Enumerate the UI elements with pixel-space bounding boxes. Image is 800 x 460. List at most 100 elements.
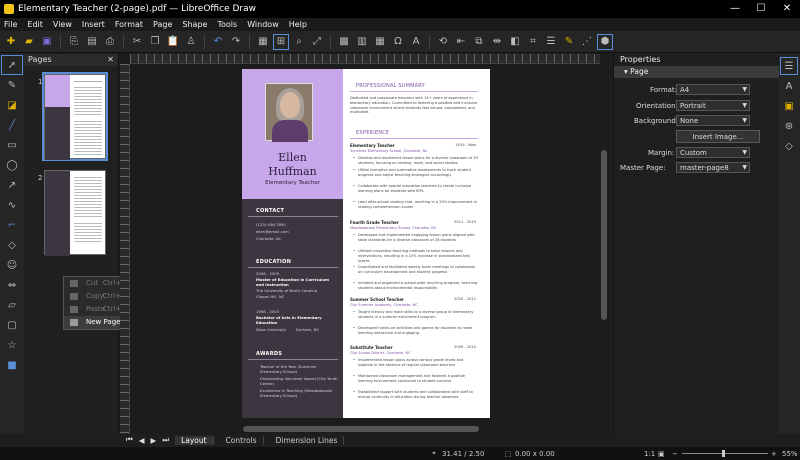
paste-icon[interactable]: 📋 (166, 35, 180, 49)
undo-icon[interactable]: ↶ (211, 35, 225, 49)
page-section-header[interactable]: ▾ Page (614, 66, 779, 78)
copy-icon[interactable]: ❐ (148, 35, 162, 49)
menu-insert[interactable]: Insert (82, 20, 105, 29)
crop-icon[interactable]: ⌗ (526, 35, 540, 49)
edu-2-years: 1998 - 2003 (256, 309, 280, 314)
points-icon[interactable]: ✎ (562, 35, 576, 49)
3d-objects-icon[interactable]: ■ (2, 356, 22, 374)
redo-icon[interactable]: ↷ (229, 35, 243, 49)
glue-points-icon[interactable]: ⋰ (580, 35, 594, 49)
close-button[interactable]: ✕ (774, 0, 800, 18)
menu-window[interactable]: Window (247, 20, 279, 29)
toggle-extrusion-icon[interactable]: ⬢ (597, 33, 613, 50)
pages-pane-title: Pages (28, 55, 52, 64)
job-1-bullet: Develop and implement lesson plans for a… (353, 156, 478, 166)
thumb-2-number: 2 (38, 174, 43, 182)
zoom-in-icon[interactable]: + (771, 450, 777, 458)
fill-color-icon[interactable]: ◪ (2, 96, 22, 114)
maximize-button[interactable]: ☐ (748, 0, 774, 18)
zoom-slider-handle[interactable] (722, 450, 725, 457)
save-icon[interactable]: ▣ (40, 35, 54, 49)
zoom-pan-icon[interactable]: ⤢ (310, 35, 324, 49)
resume-page[interactable]: Ellen Huffman Elementary Teacher CONTACT… (242, 69, 490, 418)
margin-dropdown[interactable]: Custom ▼ (676, 147, 750, 158)
pages-pane-close-icon[interactable]: ✕ (107, 54, 114, 66)
menu-file[interactable]: File (4, 20, 17, 29)
chart-icon[interactable]: ▥ (355, 35, 369, 49)
menu-edit[interactable]: Edit (27, 20, 43, 29)
table-icon[interactable]: ▦ (373, 35, 387, 49)
master-page-dropdown[interactable]: master-page8 ▼ (676, 162, 750, 173)
tab-dimension-lines[interactable]: Dimension Lines (270, 435, 345, 445)
basic-shapes-icon[interactable]: ◇ (2, 236, 22, 254)
shapes-deck-icon[interactable]: ◇ (781, 138, 797, 154)
menu-shape[interactable]: Shape (182, 20, 207, 29)
page-thumbnail-2[interactable] (44, 170, 106, 256)
image-icon[interactable]: ▩ (337, 35, 351, 49)
orientation-dropdown[interactable]: Portrait ▼ (676, 100, 750, 111)
background-dropdown[interactable]: None ▼ (676, 115, 750, 126)
zoom-slider[interactable] (682, 453, 768, 454)
cut-icon[interactable]: ✂ (130, 35, 144, 49)
menu-help[interactable]: Help (289, 20, 307, 29)
resume-header-block: Ellen Huffman Elementary Teacher (242, 69, 343, 199)
navigator-deck-icon[interactable]: ⊛ (781, 118, 797, 134)
horizontal-scrollbar[interactable] (243, 426, 479, 432)
filter-icon[interactable]: ☰ (544, 35, 558, 49)
callouts-icon[interactable]: ▢ (2, 316, 22, 334)
distribute-icon[interactable]: ⇹ (490, 35, 504, 49)
position-icon: ⌖ (432, 449, 436, 457)
zoom-icon[interactable]: ⌕ (292, 35, 306, 49)
ellipse-icon[interactable]: ◯ (2, 156, 22, 174)
last-page-icon[interactable]: ⏭ (162, 435, 169, 445)
connector-icon[interactable]: ⌐ (2, 216, 22, 234)
export-icon[interactable]: ⎘ (67, 35, 81, 49)
properties-deck-icon[interactable]: ☰ (780, 57, 798, 75)
page-thumbnail-1[interactable] (42, 72, 108, 161)
fit-page-icon[interactable]: ▣ (658, 450, 665, 458)
format-dropdown[interactable]: A4 ▼ (676, 84, 750, 95)
next-page-icon[interactable]: ▶ (151, 436, 157, 445)
grid-icon[interactable]: ▦ (256, 35, 270, 49)
menu-view[interactable]: View (53, 20, 72, 29)
rectangle-icon[interactable]: ▭ (2, 136, 22, 154)
select-icon[interactable]: ➚ (1, 55, 23, 75)
zoom-level[interactable]: 55% (782, 450, 798, 458)
vertical-scrollbar[interactable] (601, 150, 607, 320)
chevron-down-icon: ▼ (742, 117, 747, 124)
shadow-icon[interactable]: ◧ (508, 35, 522, 49)
flowchart-icon[interactable]: ▱ (2, 296, 22, 314)
special-char-icon[interactable]: Ω (391, 35, 405, 49)
export-pdf-icon[interactable]: ▤ (85, 35, 99, 49)
arrange-icon[interactable]: ⧉ (472, 35, 486, 49)
tab-layout[interactable]: Layout (175, 435, 214, 445)
curve-icon[interactable]: ∿ (2, 196, 22, 214)
symbol-shapes-icon[interactable]: ☺ (2, 256, 22, 274)
open-icon[interactable]: ▰ (22, 35, 36, 49)
styles-deck-icon[interactable]: A (781, 78, 797, 94)
line-icon[interactable]: ╱ (2, 116, 22, 134)
job-3-bullet: Taught literacy and math skills to a div… (353, 310, 478, 320)
menu-tools[interactable]: Tools (217, 20, 237, 29)
print-icon[interactable]: ⎙ (103, 35, 117, 49)
menu-page[interactable]: Page (153, 20, 172, 29)
transform-icon[interactable]: ⟲ (436, 35, 450, 49)
first-page-icon[interactable]: ⏮ (126, 435, 133, 445)
gallery-deck-icon[interactable]: ▣ (781, 98, 797, 114)
block-arrows-icon[interactable]: ⇔ (2, 276, 22, 294)
new-icon[interactable]: ✚ (4, 35, 18, 49)
fontwork-icon[interactable]: A (409, 35, 423, 49)
prev-page-icon[interactable]: ◀ (139, 436, 145, 445)
line-color-icon[interactable]: ✎ (2, 76, 22, 94)
tab-controls[interactable]: Controls (220, 435, 264, 445)
minimize-button[interactable]: — (722, 0, 748, 18)
align-icon[interactable]: ⇤ (454, 35, 468, 49)
helplines-icon[interactable]: ⊞ (273, 33, 289, 50)
zoom-out-icon[interactable]: − (672, 450, 678, 458)
insert-image-button[interactable]: Insert Image... (676, 130, 760, 143)
clone-formatting-icon[interactable]: ♙ (184, 35, 198, 49)
thumb-1-number: 1 (38, 78, 43, 86)
menu-format[interactable]: Format (115, 20, 143, 29)
stars-icon[interactable]: ☆ (2, 336, 22, 354)
arrow-line-icon[interactable]: ↗ (2, 176, 22, 194)
